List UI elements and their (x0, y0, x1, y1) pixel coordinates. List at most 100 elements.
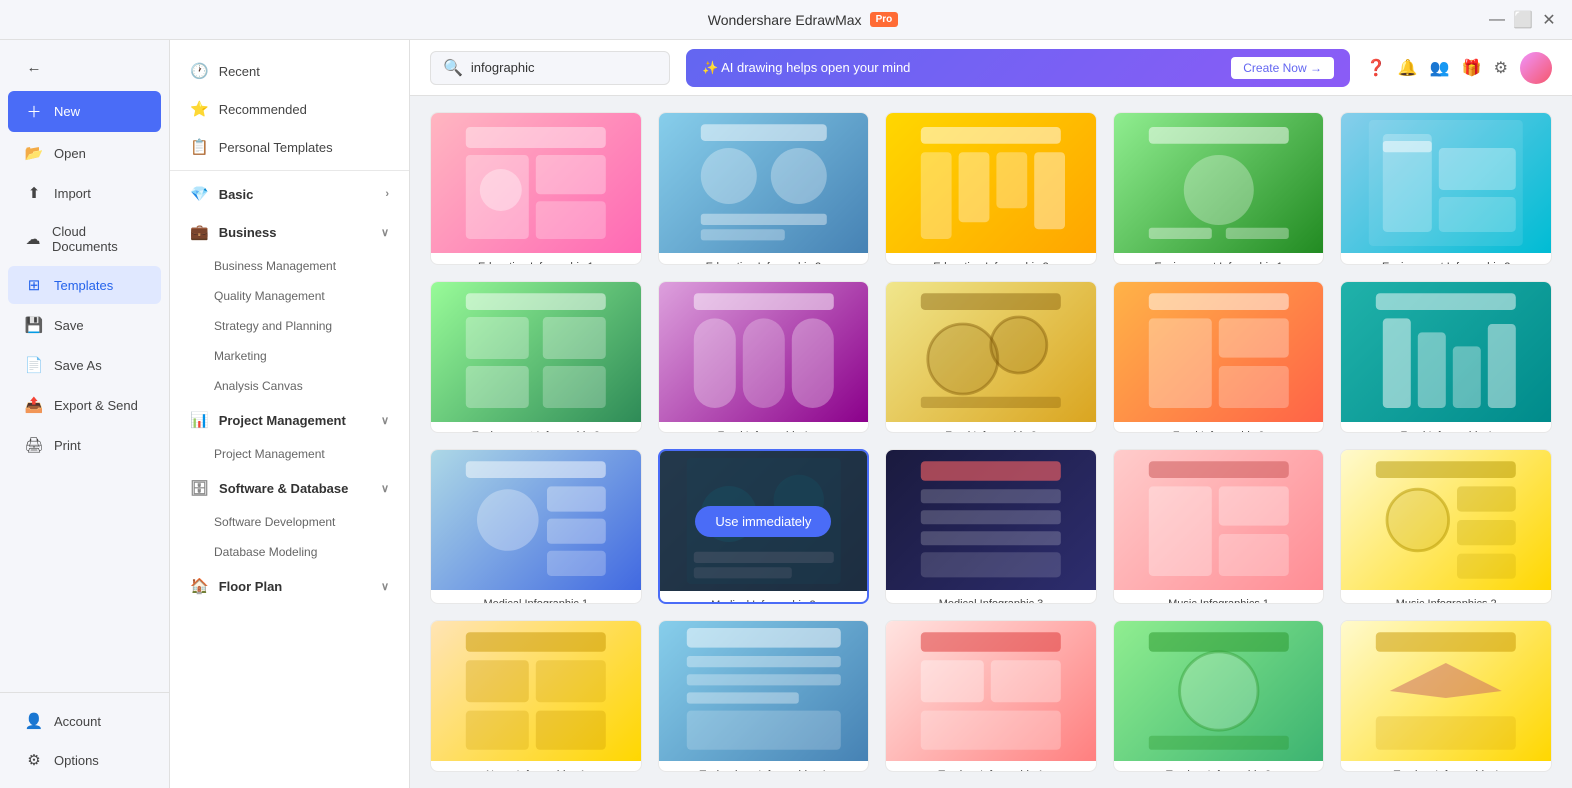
software-icon: 🗄 (190, 479, 209, 497)
recommended-label: Recommended (219, 102, 307, 117)
template-card-medical2[interactable]: Use immediately Medical Infographic 2 (658, 449, 870, 604)
sub-business-management[interactable]: Business Management (170, 251, 409, 281)
sidebar-item-templates[interactable]: ⊞ Templates (8, 266, 161, 304)
sidebar-item-save[interactable]: 💾 Save (8, 306, 161, 344)
ai-create-button[interactable]: Create Now → (1231, 57, 1334, 79)
sub-quality-management[interactable]: Quality Management (170, 281, 409, 311)
template-name-tourism4: Tourism Infographic 4 (1341, 761, 1551, 773)
template-thumbnail-tech1 (659, 621, 869, 761)
template-name-env3: Environment Infographic 3 (431, 422, 641, 434)
help-icon[interactable]: ❓ (1366, 58, 1386, 78)
template-card-news1[interactable]: News Infographics 1 (430, 620, 642, 773)
print-icon: 🖨 (24, 436, 44, 454)
template-card-medical1[interactable]: Medical Infographic 1 (430, 449, 642, 604)
template-name-tourism3: Tourism Infographic 3 (1114, 761, 1324, 773)
open-icon: 📂 (24, 144, 44, 162)
template-card-env2[interactable]: Environment Infographic 2 (1340, 112, 1552, 265)
sidebar-item-saveas[interactable]: 📄 Save As (8, 346, 161, 384)
template-name-edu2: Education Infographic 2 (659, 253, 869, 265)
community-icon[interactable]: 👥 (1430, 58, 1450, 78)
template-card-edu3[interactable]: Education Infographic 3 (885, 112, 1097, 265)
section-basic[interactable]: 💎 Basic › (170, 175, 409, 213)
floorplan-label: Floor Plan (219, 579, 283, 594)
section-floorplan[interactable]: 🏠 Floor Plan ∨ (170, 567, 409, 605)
template-card-edu2[interactable]: Education Infographic 2 (658, 112, 870, 265)
template-card-edu1[interactable]: Education Infographic 1 (430, 112, 642, 265)
business-label: Business (219, 225, 277, 240)
back-button[interactable]: ← (8, 49, 161, 86)
template-card-food3[interactable]: Food Infographic 3 (1113, 281, 1325, 434)
template-card-env3[interactable]: Environment Infographic 3 (430, 281, 642, 434)
ai-banner[interactable]: ✨ AI drawing helps open your mind Create… (686, 49, 1350, 87)
use-immediately-button[interactable]: Use immediately (695, 506, 831, 537)
user-avatar[interactable] (1520, 52, 1552, 84)
template-thumbnail-medical2: Use immediately (660, 451, 868, 591)
notification-icon[interactable]: 🔔 (1398, 58, 1418, 78)
template-name-food2: Food Infographic 2 (886, 422, 1096, 434)
print-label: Print (54, 438, 81, 453)
template-card-music2[interactable]: Music Infographics 2 (1340, 449, 1552, 604)
main-layout: ← ＋ New 📂 Open ⬆ Import ☁ Cloud Document… (0, 40, 1572, 788)
template-name-food3: Food Infographic 3 (1114, 422, 1324, 434)
top-bar: 🔍 ✨ AI drawing helps open your mind Crea… (410, 40, 1572, 96)
sidebar-item-new[interactable]: ＋ New (8, 91, 161, 132)
middle-item-recommended[interactable]: ⭐ Recommended (170, 90, 409, 128)
recommended-icon: ⭐ (190, 100, 209, 118)
project-icon: 📊 (190, 411, 209, 429)
template-card-tech1[interactable]: Technology Infographics 1 (658, 620, 870, 773)
sidebar-item-open[interactable]: 📂 Open (8, 134, 161, 172)
maximize-button[interactable]: ⬜ (1516, 13, 1530, 27)
divider (170, 170, 409, 171)
options-label: Options (54, 753, 99, 768)
sub-marketing[interactable]: Marketing (170, 341, 409, 371)
sidebar-item-print[interactable]: 🖨 Print (8, 426, 161, 464)
section-software[interactable]: 🗄 Software & Database ∨ (170, 469, 409, 507)
settings-icon[interactable]: ⚙ (1494, 58, 1508, 78)
sub-software-dev[interactable]: Software Development (170, 507, 409, 537)
sub-database-modeling[interactable]: Database Modeling (170, 537, 409, 567)
search-input[interactable] (471, 60, 657, 75)
templates-label: Templates (54, 278, 113, 293)
account-icon: 👤 (24, 712, 44, 730)
sub-strategy-planning[interactable]: Strategy and Planning (170, 311, 409, 341)
use-immediately-overlay: Use immediately (660, 451, 868, 591)
account-label: Account (54, 714, 101, 729)
sidebar-item-export[interactable]: 📤 Export & Send (8, 386, 161, 424)
middle-item-personal[interactable]: 📋 Personal Templates (170, 128, 409, 166)
template-card-medical3[interactable]: Medical Infographic 3 (885, 449, 1097, 604)
window-controls: — ⬜ ✕ (1490, 13, 1556, 27)
sub-project-management[interactable]: Project Management (170, 439, 409, 469)
sidebar-item-import[interactable]: ⬆ Import (8, 174, 161, 212)
sidebar-item-options[interactable]: ⚙ Options (8, 741, 161, 779)
template-thumbnail-tourism3 (1114, 621, 1324, 761)
template-name-env1: Environment Infographic 1 (1114, 253, 1324, 265)
section-business[interactable]: 💼 Business ∨ (170, 213, 409, 251)
sidebar-item-cloud[interactable]: ☁ Cloud Documents (8, 214, 161, 264)
minimize-button[interactable]: — (1490, 13, 1504, 27)
business-chevron: ∨ (381, 226, 389, 239)
cloud-icon: ☁ (24, 230, 42, 248)
template-thumbnail-food2 (886, 282, 1096, 422)
main-content: 🔍 ✨ AI drawing helps open your mind Crea… (410, 40, 1572, 788)
business-icon: 💼 (190, 223, 209, 241)
template-card-music1[interactable]: Music Infographics 1 (1113, 449, 1325, 604)
section-project[interactable]: 📊 Project Management ∨ (170, 401, 409, 439)
template-thumbnail-env3 (431, 282, 641, 422)
template-card-food1[interactable]: Food Infographic 1 (658, 281, 870, 434)
close-button[interactable]: ✕ (1542, 13, 1556, 27)
template-card-food2[interactable]: Food Infographic 2 (885, 281, 1097, 434)
sidebar-item-account[interactable]: 👤 Account (8, 702, 161, 740)
gift-icon[interactable]: 🎁 (1462, 58, 1482, 78)
template-card-tourism3[interactable]: Tourism Infographic 3 (1113, 620, 1325, 773)
sub-analysis-canvas[interactable]: Analysis Canvas (170, 371, 409, 401)
template-card-tourism4[interactable]: Tourism Infographic 4 (1340, 620, 1552, 773)
search-box[interactable]: 🔍 (430, 51, 670, 85)
template-card-tourism1[interactable]: Tourism Infographic 1 (885, 620, 1097, 773)
back-icon: ← (24, 59, 44, 76)
project-label: Project Management (219, 413, 346, 428)
template-card-food4[interactable]: Food Infographic 4 (1340, 281, 1552, 434)
template-thumbnail-tourism1 (886, 621, 1096, 761)
template-card-env1[interactable]: Environment Infographic 1 (1113, 112, 1325, 265)
template-thumbnail-env1 (1114, 113, 1324, 253)
middle-item-recent[interactable]: 🕐 Recent (170, 52, 409, 90)
